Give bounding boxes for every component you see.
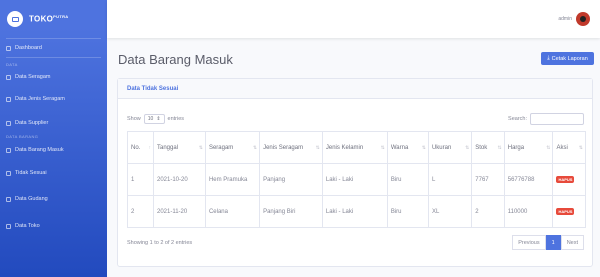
previous-button[interactable]: Previous: [512, 235, 546, 250]
sort-updown-icon: ⇕: [156, 115, 161, 122]
sort-icon: ↑: [148, 144, 151, 151]
sidebar-item-label: Dashboard: [15, 45, 42, 51]
page-title: Data Barang Masuk: [118, 52, 233, 67]
table-header-row: No. ↑ Tanggal ⇅ Seragam ⇅ Jenis Seragam ⇅ Je…: [127, 131, 586, 164]
cell-jenis-kelamin: Laki - Laki: [321, 163, 388, 196]
cell-stok: 2: [471, 195, 505, 228]
sidebar-item-data-toko[interactable]: Data Toko: [0, 213, 107, 239]
cell-no: 2: [127, 195, 154, 228]
cell-tanggal: 2021-10-20: [152, 163, 206, 196]
sort-icon: ⇅: [380, 144, 385, 151]
data-table: No. ↑ Tanggal ⇅ Seragam ⇅ Jenis Seragam ⇅ Je…: [127, 131, 586, 228]
card-title: Data Tidak Sesuai: [118, 79, 592, 99]
cell-jenis-seragam: Panjang Biri: [259, 195, 323, 228]
cell-ukuran: XL: [427, 195, 473, 228]
cetak-laporan-label: Cetak Laporan: [551, 55, 588, 62]
sidebar-item-label: Data Toko: [15, 223, 40, 229]
table-info: Showing 1 to 2 of 2 entries: [127, 240, 193, 246]
users-icon: [6, 120, 11, 126]
table-row: 1 2021-10-20 Hem Pramuka Panjang Laki - …: [127, 163, 586, 196]
sidebar-item-dashboard[interactable]: Dashboard: [0, 39, 107, 57]
sidebar-item-label: Data Gudang: [15, 196, 48, 202]
cell-harga: 110000: [503, 195, 554, 228]
cell-jenis-seragam: Panjang: [259, 163, 323, 196]
cell-ukuran: L: [427, 163, 473, 196]
cell-tanggal: 2021-11-20: [152, 195, 206, 228]
sidebar: TOKOPUTRA Dashboard DATA Data Seragam Da…: [0, 0, 107, 277]
cell-warna: Biru: [386, 163, 429, 196]
table-icon: [6, 223, 11, 229]
page-1-button[interactable]: 1: [545, 235, 561, 250]
table-icon: [6, 74, 11, 80]
user-name[interactable]: admin: [558, 16, 572, 22]
table-controls: Show 10 ⇕ entries Search:: [127, 112, 584, 125]
table-icon: [6, 196, 11, 202]
entries-value: 10: [147, 115, 154, 122]
col-harga[interactable]: Harga ⇅: [503, 131, 554, 164]
sort-icon: ⇅: [578, 144, 583, 151]
sidebar-item-tidak-sesuai[interactable]: Tidak Sesuai: [0, 161, 107, 185]
next-button[interactable]: Next: [560, 235, 584, 250]
cell-stok: 7767: [471, 163, 505, 196]
sort-icon: ⇅: [546, 144, 551, 151]
col-jenis-seragam[interactable]: Jenis Seragam ⇅: [259, 131, 323, 164]
hapus-button[interactable]: HAPUS: [556, 176, 575, 183]
hapus-button[interactable]: HAPUS: [556, 208, 575, 215]
entries-label: entries: [167, 115, 185, 122]
sort-icon: ⇅: [315, 144, 320, 151]
col-warna[interactable]: Warna ⇅: [386, 131, 429, 164]
avatar[interactable]: [576, 12, 590, 26]
sort-icon: ⇅: [421, 144, 426, 151]
store-icon: [7, 11, 23, 27]
search-control: Search:: [508, 112, 584, 125]
download-icon: ⤓: [547, 55, 550, 61]
length-control: Show 10 ⇕ entries: [127, 113, 185, 124]
table-icon: [6, 170, 11, 176]
cell-jenis-kelamin: Laki - Laki: [321, 195, 388, 228]
cetak-laporan-button[interactable]: ⤓ Cetak Laporan: [541, 52, 594, 65]
sort-icon: ⇅: [198, 144, 203, 151]
table-icon: [6, 147, 11, 153]
pagination: Previous 1 Next: [512, 235, 584, 250]
search-input[interactable]: [530, 112, 584, 125]
search-label: Search:: [508, 115, 527, 122]
cell-seragam: Celana: [204, 195, 261, 228]
brand-name: TOKOPUTRA: [29, 14, 69, 24]
sort-icon: ⇅: [465, 144, 470, 151]
cell-harga: 56776788: [503, 163, 554, 196]
sidebar-item-data-jenis-seragam[interactable]: Data Jenis Seragam: [0, 87, 107, 111]
cell-aksi: HAPUS: [552, 195, 586, 228]
cell-aksi: HAPUS: [552, 163, 586, 196]
col-no[interactable]: No. ↑: [127, 131, 154, 164]
topbar: admin: [107, 0, 600, 38]
show-label: Show: [127, 115, 141, 122]
col-ukuran[interactable]: Ukuran ⇅: [427, 131, 473, 164]
sidebar-item-label: Data Seragam: [15, 74, 51, 80]
cell-seragam: Hem Pramuka: [204, 163, 261, 196]
cell-warna: Biru: [386, 195, 429, 228]
sidebar-item-label: Data Supplier: [15, 120, 49, 126]
table-row: 2 2021-11-20 Celana Panjang Biri Laki - …: [127, 195, 586, 228]
entries-select[interactable]: 10 ⇕: [143, 113, 165, 124]
col-seragam[interactable]: Seragam ⇅: [204, 131, 261, 164]
sort-icon: ⇅: [252, 144, 258, 151]
col-jenis-kelamin[interactable]: Jenis Kelamin ⇅: [321, 131, 388, 164]
sidebar-item-label: Data Jenis Seragam: [15, 96, 65, 102]
col-stok[interactable]: Stok ⇅: [471, 131, 505, 164]
sidebar-heading: DATA: [6, 62, 18, 67]
col-aksi[interactable]: Aksi ⇅: [552, 131, 586, 164]
cell-no: 1: [127, 163, 154, 196]
sidebar-item-data-seragam[interactable]: Data Seragam: [0, 67, 107, 87]
sidebar-item-label: Tidak Sesuai: [15, 170, 47, 176]
data-card: Data Tidak Sesuai Show 10 ⇕ entries Sear…: [117, 78, 593, 267]
sidebar-item-data-barang-masuk[interactable]: Data Barang Masuk: [0, 139, 107, 161]
brand[interactable]: TOKOPUTRA: [0, 0, 107, 38]
table-icon: [6, 96, 11, 102]
sidebar-item-label: Data Barang Masuk: [15, 147, 64, 153]
sidebar-item-data-supplier[interactable]: Data Supplier: [0, 111, 107, 135]
sidebar-item-data-gudang[interactable]: Data Gudang: [0, 185, 107, 213]
col-tanggal[interactable]: Tanggal ⇅: [152, 131, 206, 164]
dashboard-icon: [6, 45, 11, 51]
sort-icon: ⇅: [497, 144, 502, 151]
